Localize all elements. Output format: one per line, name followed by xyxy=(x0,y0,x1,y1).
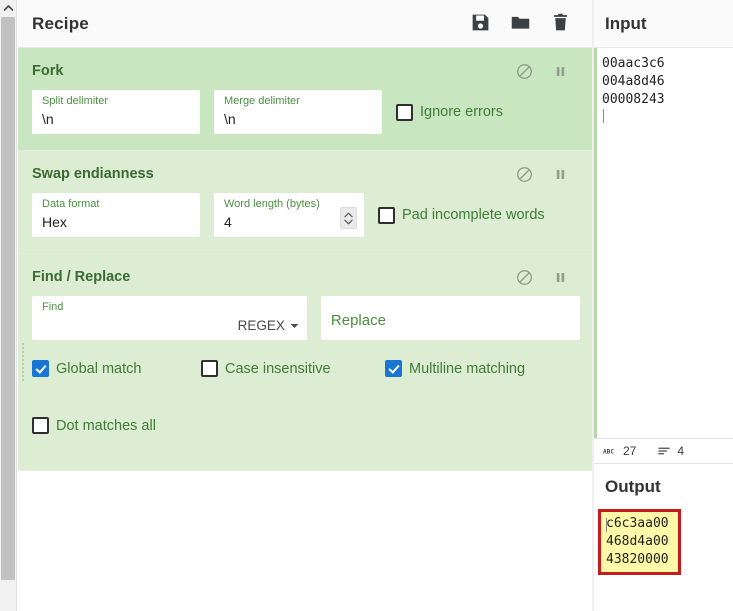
svg-text:ABC: ABC xyxy=(603,449,614,456)
dot-matches-all-checkbox[interactable]: Dot matches all xyxy=(32,417,201,434)
output-caret xyxy=(606,518,607,532)
checkbox-box xyxy=(201,360,218,377)
trash-icon[interactable] xyxy=(550,12,571,36)
input-textarea[interactable]: 00aac3c6 004a8d46 00008243 xyxy=(594,48,733,438)
find-type-dropdown[interactable]: REGEX xyxy=(238,318,299,333)
io-panel: Input 00aac3c6 004a8d46 00008243 ABC 27 … xyxy=(594,0,733,611)
checkbox-box xyxy=(32,417,49,434)
operation-fork[interactable]: Fork Split delimiter \n Merge delimiter … xyxy=(18,48,592,151)
pad-incomplete-words-label: Pad incomplete words xyxy=(402,207,545,223)
drag-handle[interactable] xyxy=(21,342,25,382)
operation-spacer xyxy=(32,434,580,454)
split-delimiter-input[interactable]: Split delimiter \n xyxy=(32,90,200,134)
text-caret xyxy=(603,109,604,123)
recipe-empty-area[interactable] xyxy=(18,545,592,611)
scroll-up-arrow-icon[interactable] xyxy=(0,0,16,16)
save-icon[interactable] xyxy=(470,12,491,36)
checkbox-box xyxy=(378,206,395,224)
operation-title: Swap endianness xyxy=(32,166,154,182)
output-highlight-box[interactable]: c6c3aa00 468d4a00 43820000 xyxy=(598,509,681,575)
pause-icon[interactable] xyxy=(553,167,568,182)
operation-controls xyxy=(516,166,580,183)
disable-icon[interactable] xyxy=(516,63,533,80)
word-length-stepper[interactable] xyxy=(340,207,357,229)
ignore-errors-label: Ignore errors xyxy=(420,104,504,120)
input-text: 00aac3c6 004a8d46 00008243 xyxy=(602,56,665,107)
cyberchef-window: Recipe Fork Split delimiter \n Merge del… xyxy=(0,0,733,611)
swap-endianness-arguments: Data format Hex Word length (bytes) 4 Pa… xyxy=(32,193,580,237)
checkbox-box xyxy=(385,360,402,377)
case-insensitive-label: Case insensitive xyxy=(225,360,331,377)
operations-scrollbar[interactable] xyxy=(0,0,17,611)
fork-arguments: Split delimiter \n Merge delimiter \n Ig… xyxy=(32,90,580,134)
output-text: c6c3aa00 468d4a00 43820000 xyxy=(606,516,669,567)
find-replace-flags-row-1: Global match Case insensitive Multiline … xyxy=(32,360,580,377)
input-status-bar: ABC 27 4 xyxy=(594,438,733,464)
split-delimiter-label: Split delimiter xyxy=(42,95,109,107)
find-input[interactable]: Find REGEX xyxy=(32,296,307,340)
input-title-bar: Input xyxy=(594,0,733,48)
disable-icon[interactable] xyxy=(516,166,533,183)
operation-title: Find / Replace xyxy=(32,269,131,285)
input-lines-value: 4 xyxy=(677,444,685,458)
find-replace-flags-row-2: Dot matches all xyxy=(32,417,580,434)
merge-delimiter-label: Merge delimiter xyxy=(224,95,300,107)
global-match-checkbox[interactable]: Global match xyxy=(32,360,201,377)
checkbox-box xyxy=(32,360,49,377)
multiline-matching-label: Multiline matching xyxy=(409,360,526,377)
data-format-label: Data format xyxy=(42,198,100,210)
output-title: Output xyxy=(605,476,661,496)
pad-incomplete-words-checkbox[interactable]: Pad incomplete words xyxy=(378,206,545,224)
find-replace-arguments: Find REGEX Replace xyxy=(32,296,580,340)
pause-icon[interactable] xyxy=(553,270,568,285)
operation-header: Fork xyxy=(32,58,580,84)
data-format-value: Hex xyxy=(42,214,67,230)
input-length-value: 27 xyxy=(623,444,637,458)
multiline-matching-checkbox[interactable]: Multiline matching xyxy=(385,360,525,377)
ignore-errors-checkbox[interactable]: Ignore errors xyxy=(396,103,504,121)
replace-placeholder: Replace xyxy=(330,311,386,329)
recipe-title: Recipe xyxy=(32,13,89,33)
recipe-controls xyxy=(470,12,578,36)
word-length-label: Word length (bytes) xyxy=(224,198,320,210)
abc-icon: ABC xyxy=(603,449,614,456)
word-length-input[interactable]: Word length (bytes) 4 xyxy=(214,193,364,237)
replace-input[interactable]: Replace xyxy=(320,296,580,340)
operation-controls xyxy=(516,269,580,286)
find-type-value: REGEX xyxy=(237,318,285,333)
lines-icon xyxy=(658,447,671,455)
operation-header: Swap endianness xyxy=(32,161,580,187)
pause-icon[interactable] xyxy=(553,64,568,79)
merge-delimiter-value: \n xyxy=(224,111,236,127)
global-match-label: Global match xyxy=(56,360,142,377)
output-area[interactable]: c6c3aa00 468d4a00 43820000 xyxy=(594,509,733,604)
operation-find-replace[interactable]: Find / Replace Find REGEX Replace Global… xyxy=(18,254,592,471)
case-insensitive-checkbox[interactable]: Case insensitive xyxy=(201,360,385,377)
checkbox-box xyxy=(396,103,413,121)
input-title: Input xyxy=(605,13,647,33)
recipe-panel: Recipe Fork Split delimiter \n Merge del… xyxy=(18,0,593,611)
merge-delimiter-input[interactable]: Merge delimiter \n xyxy=(214,90,382,134)
operation-title: Fork xyxy=(32,63,64,79)
chevron-down-icon xyxy=(290,323,299,328)
split-delimiter-value: \n xyxy=(42,111,54,127)
operation-controls xyxy=(516,63,580,80)
operation-header: Find / Replace xyxy=(32,264,580,290)
recipe-operation-list[interactable]: Fork Split delimiter \n Merge delimiter … xyxy=(18,48,592,611)
operation-swap-endianness[interactable]: Swap endianness Data format Hex Word len… xyxy=(18,151,592,254)
find-label: Find xyxy=(42,301,64,313)
disable-icon[interactable] xyxy=(516,269,533,286)
recipe-title-bar: Recipe xyxy=(18,0,592,48)
dot-matches-all-label: Dot matches all xyxy=(56,417,156,434)
folder-icon[interactable] xyxy=(510,12,531,36)
word-length-value: 4 xyxy=(224,214,232,230)
output-title-bar: Output xyxy=(594,464,733,509)
data-format-select[interactable]: Data format Hex xyxy=(32,193,200,237)
scrollbar-thumb[interactable] xyxy=(1,17,15,580)
